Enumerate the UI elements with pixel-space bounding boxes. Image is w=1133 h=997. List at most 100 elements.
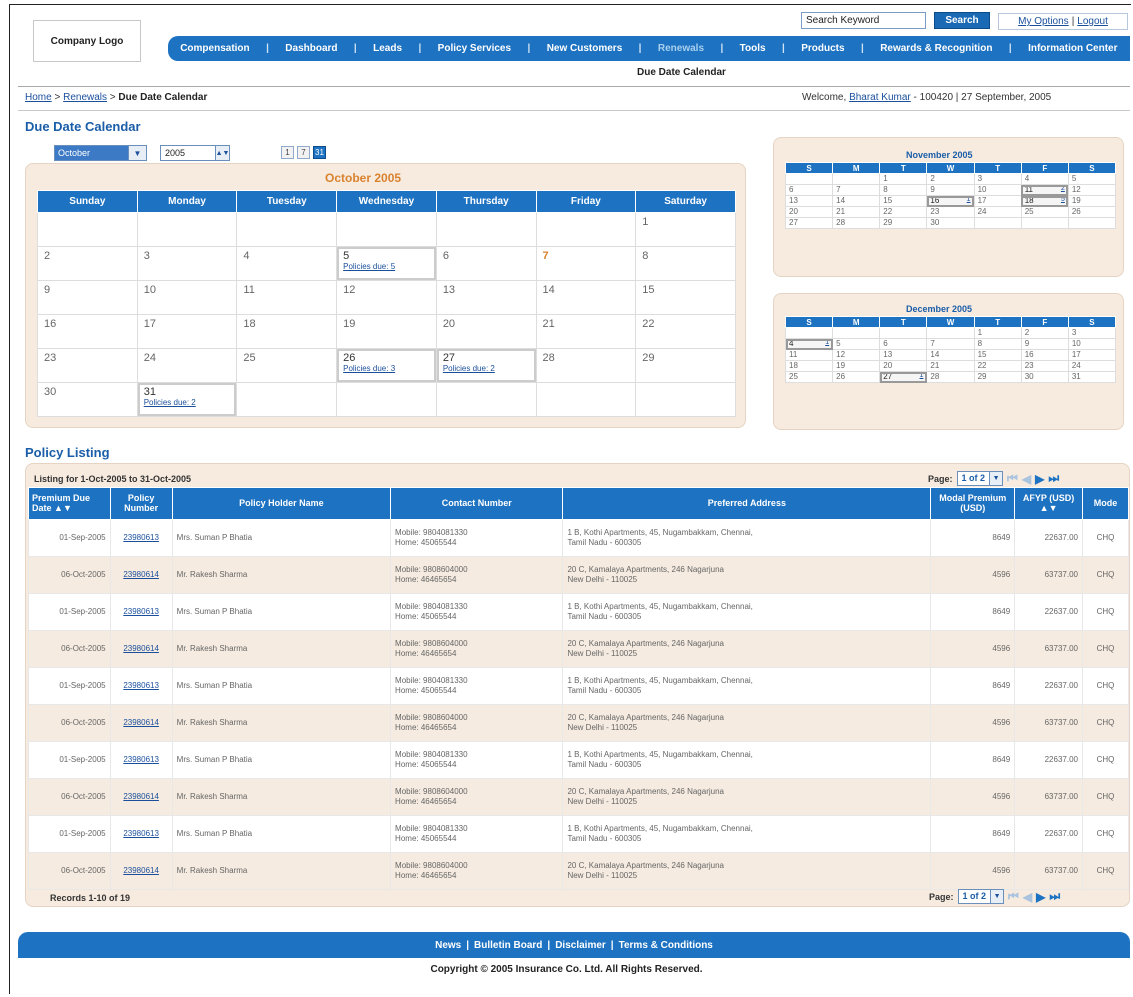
mini-day[interactable]: 13 <box>784 195 834 207</box>
due-day-box[interactable]: 31 Policies due: 2 <box>137 383 237 416</box>
calendar-day[interactable]: 25 <box>236 348 338 383</box>
mini-day[interactable]: 30 <box>1020 371 1069 383</box>
footer-link-disclaimer[interactable]: Disclaimer <box>555 940 606 951</box>
mini-day[interactable]: 6 <box>784 184 834 196</box>
calendar-day[interactable]: 20 <box>435 314 537 349</box>
mini-day[interactable]: 26 <box>832 371 881 383</box>
col-contact-number[interactable]: Contact Number <box>390 487 564 520</box>
calendar-day[interactable]: 26 Policies due: 3 <box>336 348 437 383</box>
footer-link-news[interactable]: News <box>435 940 461 951</box>
nav-item-information-center[interactable]: Information Center <box>1028 43 1117 54</box>
mini-day[interactable]: 20 <box>784 206 834 218</box>
mini-day[interactable]: 5 <box>1067 173 1117 185</box>
calendar-day[interactable]: 23 <box>37 348 138 383</box>
policies-due-link[interactable]: Policies due: 3 <box>343 364 430 373</box>
calendar-day[interactable]: 14 <box>535 280 637 315</box>
policies-due-link[interactable]: Policies due: 2 <box>443 364 530 373</box>
calendar-day[interactable]: 18 <box>236 314 338 349</box>
mini-day[interactable]: 25 <box>784 371 834 383</box>
year-stepper[interactable]: 2005 ▲▼ <box>160 145 230 161</box>
mini-day[interactable]: 17 <box>1067 349 1117 361</box>
mini-day[interactable]: 6 <box>879 338 928 350</box>
col-policy-holder-name[interactable]: Policy Holder Name <box>171 487 392 520</box>
policy-number-link[interactable]: 23980614 <box>123 792 159 801</box>
mini-day[interactable]: 9 <box>1020 338 1069 350</box>
policy-number-link[interactable]: 23980613 <box>123 607 159 616</box>
calendar-day[interactable]: 21 <box>535 314 637 349</box>
calendar-day[interactable]: 3 <box>136 246 238 281</box>
mini-day[interactable]: 4 <box>1020 173 1069 185</box>
nav-item-rewards-recognition[interactable]: Rewards & Recognition <box>880 43 992 54</box>
mini-day[interactable]: 28 <box>832 217 881 229</box>
mini-day[interactable]: 14 <box>926 349 975 361</box>
mini-day[interactable]: 2 <box>1020 327 1069 339</box>
calendar-day[interactable]: 17 <box>136 314 238 349</box>
calendar-day[interactable]: 5 Policies due: 5 <box>336 246 437 281</box>
mini-day[interactable]: 1 <box>973 327 1022 339</box>
sort-arrow-icon[interactable]: ▲▼ <box>1040 503 1058 513</box>
mini-day[interactable]: 12 <box>832 349 881 361</box>
calendar-day[interactable]: 11 <box>236 280 338 315</box>
calendar-day[interactable]: 12 <box>336 280 437 315</box>
col-afyp[interactable]: AFYP (USD) ▲▼ <box>1014 487 1083 520</box>
mini-day[interactable]: 21 <box>926 360 975 372</box>
mini-day[interactable]: 26 <box>1067 206 1117 218</box>
mini-day[interactable]: 7 <box>832 184 881 196</box>
mini-day[interactable]: 20 <box>879 360 928 372</box>
mini-day[interactable]: 41 <box>784 338 834 350</box>
nav-item-new-customers[interactable]: New Customers <box>547 43 623 54</box>
nav-item-renewals[interactable]: Renewals <box>658 43 704 54</box>
mini-day[interactable]: 16 <box>1020 349 1069 361</box>
col-preferred-address[interactable]: Preferred Address <box>562 487 932 520</box>
footer-link-bulletin-board[interactable]: Bulletin Board <box>474 940 542 951</box>
dropdown-arrow-icon[interactable]: ▼ <box>990 890 1004 903</box>
calendar-day[interactable]: 29 <box>635 348 736 383</box>
policy-number-link[interactable]: 23980613 <box>123 681 159 690</box>
mini-day[interactable]: 11 <box>784 349 834 361</box>
due-count-link[interactable]: 1 <box>920 372 924 379</box>
mini-day[interactable]: 22 <box>973 360 1022 372</box>
calendar-day[interactable]: 4 <box>236 246 338 281</box>
mini-day[interactable]: 24 <box>973 206 1022 218</box>
nav-item-leads[interactable]: Leads <box>373 43 402 54</box>
mini-day[interactable]: 1 <box>879 173 928 185</box>
policy-number-link[interactable]: 23980614 <box>123 570 159 579</box>
policy-number-link[interactable]: 23980614 <box>123 718 159 727</box>
breadcrumb-home[interactable]: Home <box>25 92 52 103</box>
col-premium-due-date[interactable]: Premium Due Date ▲▼ <box>28 487 111 520</box>
due-count-link[interactable]: 1 <box>967 196 971 203</box>
due-day-box[interactable]: 5 Policies due: 5 <box>337 247 436 280</box>
col-mode[interactable]: Mode <box>1081 487 1130 520</box>
calendar-day[interactable]: 15 <box>635 280 736 315</box>
mini-day[interactable]: 3 <box>973 173 1022 185</box>
mini-day[interactable]: 3 <box>1067 327 1117 339</box>
mini-day[interactable]: 8 <box>973 338 1022 350</box>
page-select[interactable]: 1 of 2 ▼ <box>956 471 1004 486</box>
calendar-day[interactable]: 19 <box>336 314 437 349</box>
due-day-box[interactable]: 26 Policies due: 3 <box>337 349 436 382</box>
search-button[interactable]: Search <box>934 12 990 29</box>
first-page-icon[interactable]: ⏮ <box>1007 471 1018 486</box>
policies-due-link[interactable]: Policies due: 5 <box>343 262 430 271</box>
due-day-box[interactable]: 27 Policies due: 2 <box>436 349 536 382</box>
month-select[interactable]: October ▼ <box>54 145 147 161</box>
mini-day[interactable]: 7 <box>926 338 975 350</box>
nav-item-compensation[interactable]: Compensation <box>180 43 249 54</box>
mini-day[interactable]: 21 <box>832 206 881 218</box>
policy-number-link[interactable]: 23980613 <box>123 829 159 838</box>
first-page-icon[interactable]: ⏮ <box>1008 889 1019 904</box>
user-link[interactable]: Bharat Kumar <box>849 92 911 103</box>
mini-day[interactable]: 31 <box>1067 371 1117 383</box>
policy-number-link[interactable]: 23980614 <box>123 866 159 875</box>
mini-day[interactable]: 15 <box>973 349 1022 361</box>
dropdown-arrow-icon[interactable]: ▼ <box>128 146 146 160</box>
next-page-icon[interactable]: ▶ <box>1036 890 1045 904</box>
policy-number-link[interactable]: 23980613 <box>123 755 159 764</box>
nav-item-tools[interactable]: Tools <box>740 43 766 54</box>
logout-link[interactable]: Logout <box>1077 16 1108 27</box>
mini-day[interactable]: 18 5 <box>1020 195 1069 207</box>
mini-day[interactable]: 25 <box>1020 206 1069 218</box>
last-page-icon[interactable]: ⏭ <box>1048 471 1059 486</box>
day-view-button[interactable]: 1 <box>281 146 294 159</box>
calendar-day[interactable]: 31 Policies due: 2 <box>136 382 238 417</box>
